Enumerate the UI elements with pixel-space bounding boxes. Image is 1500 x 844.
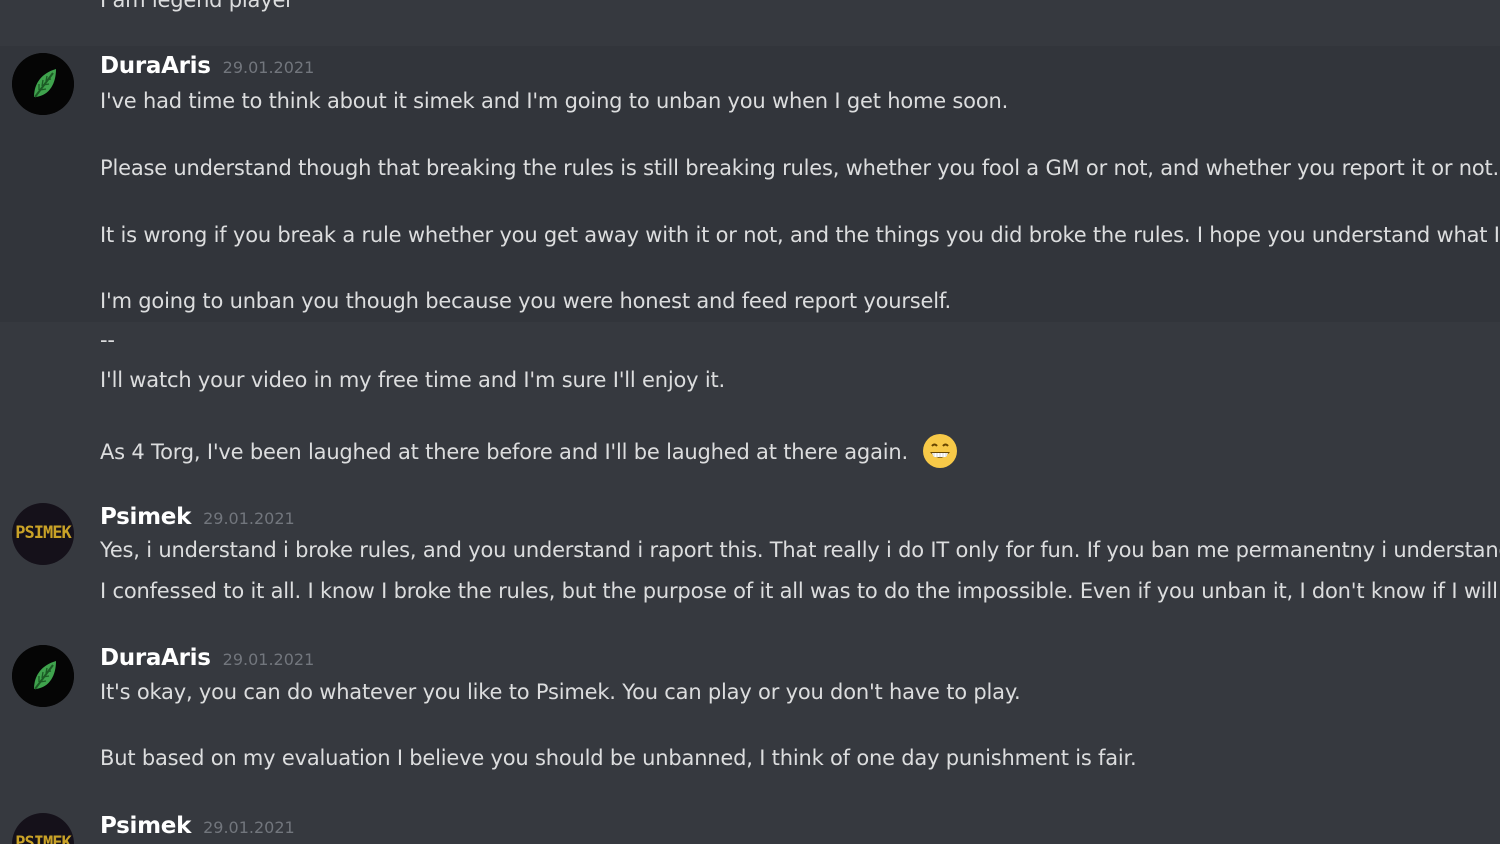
message-author[interactable]: Psimek 29.01.2021: [100, 812, 295, 842]
message-timestamp[interactable]: 29.01.2021: [203, 509, 295, 528]
message-timestamp[interactable]: 29.01.2021: [223, 650, 315, 669]
message-text: Please understand though that breaking t…: [100, 156, 1500, 180]
message-author[interactable]: Psimek 29.01.2021: [100, 503, 295, 533]
author-name[interactable]: Psimek: [100, 813, 191, 839]
message-text: I am legend player: [100, 0, 294, 12]
grinning-face-icon[interactable]: [922, 433, 958, 469]
message-timestamp[interactable]: 29.01.2021: [223, 58, 315, 77]
leaf-icon: [12, 645, 74, 707]
message-text: --: [100, 328, 115, 352]
message-text: As 4 Torg, I've been laughed at there be…: [100, 433, 958, 471]
avatar[interactable]: PSIMEK: [12, 813, 74, 844]
chat-message-list[interactable]: I am legend player DuraAris 29.01.2021 I'…: [0, 0, 1500, 844]
psimek-logo-icon: PSIMEK: [15, 523, 71, 543]
message-text: I confessed to it all. I know I broke th…: [100, 579, 1500, 603]
psimek-logo-icon: PSIMEK: [15, 833, 71, 844]
avatar[interactable]: [12, 53, 74, 115]
message-text-content: As 4 Torg, I've been laughed at there be…: [100, 440, 908, 464]
avatar[interactable]: PSIMEK: [12, 503, 74, 565]
avatar[interactable]: [12, 645, 74, 707]
message-text: Yes, i understand i broke rules, and you…: [100, 538, 1500, 562]
leaf-icon: [12, 53, 74, 115]
message-text: I'll watch your video in my free time an…: [100, 368, 725, 392]
message-author[interactable]: DuraAris 29.01.2021: [100, 644, 314, 674]
message-text: It is wrong if you break a rule whether …: [100, 223, 1500, 247]
message-author[interactable]: DuraAris 29.01.2021: [100, 52, 314, 82]
author-name[interactable]: Psimek: [100, 504, 191, 530]
author-name[interactable]: DuraAris: [100, 645, 211, 671]
author-name[interactable]: DuraAris: [100, 53, 211, 79]
message-timestamp[interactable]: 29.01.2021: [203, 818, 295, 837]
message-text: I've had time to think about it simek an…: [100, 89, 1009, 113]
message-text: I'm going to unban you though because yo…: [100, 289, 952, 313]
message-text: It's okay, you can do whatever you like …: [100, 680, 1021, 704]
message-text: But based on my evaluation I believe you…: [100, 746, 1137, 770]
